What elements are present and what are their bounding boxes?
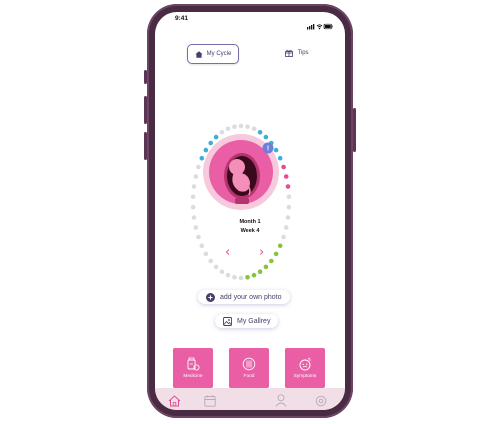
cycle-dot	[251, 272, 257, 278]
plus-circle-icon	[206, 292, 215, 302]
cycle-dot	[191, 215, 197, 220]
gallery-label: My Gallrey	[237, 317, 271, 325]
cycle-dot	[199, 155, 205, 161]
cycle-dot	[263, 134, 269, 140]
medicine-icon	[187, 357, 200, 371]
nav-settings[interactable]	[315, 392, 327, 410]
cycle-dot	[191, 184, 197, 189]
calendar-icon	[204, 395, 216, 407]
app-screen: 9:41 My Cycle Tips ! Month 1 Week 4 ‹ › …	[155, 12, 345, 410]
cycle-dot	[193, 225, 199, 230]
cycle-dot	[219, 130, 225, 135]
category-medicine[interactable]: Medicine	[173, 348, 213, 388]
nav-home[interactable]	[168, 392, 181, 410]
add-photo-label: add your own photo	[220, 293, 282, 301]
cycle-dot	[199, 243, 205, 249]
cycle-dot	[283, 225, 289, 230]
category-symptoms[interactable]: Symptoms	[285, 348, 325, 388]
nav-calendar[interactable]	[204, 392, 216, 410]
power-button	[353, 108, 356, 152]
cycle-dot	[281, 164, 286, 170]
symptoms-icon	[299, 357, 311, 371]
phone-frame: 9:41 My Cycle Tips ! Month 1 Week 4 ‹ › …	[144, 4, 356, 418]
cycle-dot	[238, 275, 244, 281]
category-food[interactable]: Food	[229, 348, 269, 388]
cycle-dot	[281, 234, 286, 240]
cycle-dot	[245, 275, 250, 280]
cycle-dot	[219, 269, 225, 275]
settings-icon	[315, 395, 327, 407]
cycle-dot	[208, 140, 213, 146]
next-week-button[interactable]: ›	[259, 246, 264, 259]
add-photo-button[interactable]: add your own photo	[198, 290, 290, 304]
cycle-dot	[203, 251, 209, 257]
cycle-dot	[273, 251, 279, 257]
alert-badge-text: !	[267, 146, 269, 153]
cycle-dot	[238, 123, 244, 129]
week-label: Week 4	[240, 228, 260, 234]
cycle-dot	[285, 215, 291, 220]
cycle-dot	[286, 204, 292, 210]
volume-up-button	[144, 96, 147, 124]
cycle-dot	[208, 258, 213, 264]
gallery-button[interactable]: My Gallrey	[215, 314, 279, 328]
volume-down-button	[144, 132, 147, 160]
cycle-dot	[286, 194, 292, 200]
cycle-dot	[225, 272, 231, 278]
cycle-dot	[196, 164, 201, 170]
profile-icon	[275, 394, 287, 407]
cycle-dot	[203, 147, 209, 153]
category-symptoms-label: Symptoms	[293, 374, 317, 379]
food-icon	[242, 357, 256, 371]
cycle-dot	[232, 275, 237, 280]
cycle-dot	[213, 134, 219, 140]
category-food-label: Food	[243, 374, 255, 379]
nav-profile[interactable]	[275, 392, 287, 410]
cycle-dot	[251, 126, 257, 132]
cycle-dot	[257, 130, 263, 135]
cycle-dot	[190, 194, 196, 200]
stage-label: Month 1 Week 4	[239, 218, 260, 236]
cycle-dot	[277, 243, 283, 249]
cycle-dot	[283, 174, 289, 179]
home-icon	[168, 395, 181, 407]
cycle-dot	[273, 147, 279, 153]
cycle-dot	[277, 155, 283, 161]
cycle-dot	[196, 234, 201, 240]
cycle-dot	[245, 124, 250, 129]
cycle-dot	[257, 269, 263, 275]
cycle-dot	[269, 258, 274, 264]
image-icon	[223, 316, 232, 326]
cycle-dot	[263, 264, 269, 270]
cycle-dot	[285, 184, 291, 189]
bottom-nav	[155, 388, 345, 410]
mute-switch	[144, 70, 147, 84]
cycle-dot	[190, 204, 196, 210]
cycle-dot	[232, 124, 237, 129]
cycle-dot	[213, 264, 219, 270]
cycle-tracker: !	[190, 123, 292, 281]
cycle-dot	[225, 126, 231, 132]
cycle-dot	[193, 174, 199, 179]
prev-week-button[interactable]: ‹	[225, 246, 230, 259]
month-label: Month 1	[239, 219, 261, 225]
category-medicine-label: Medicine	[183, 374, 203, 379]
